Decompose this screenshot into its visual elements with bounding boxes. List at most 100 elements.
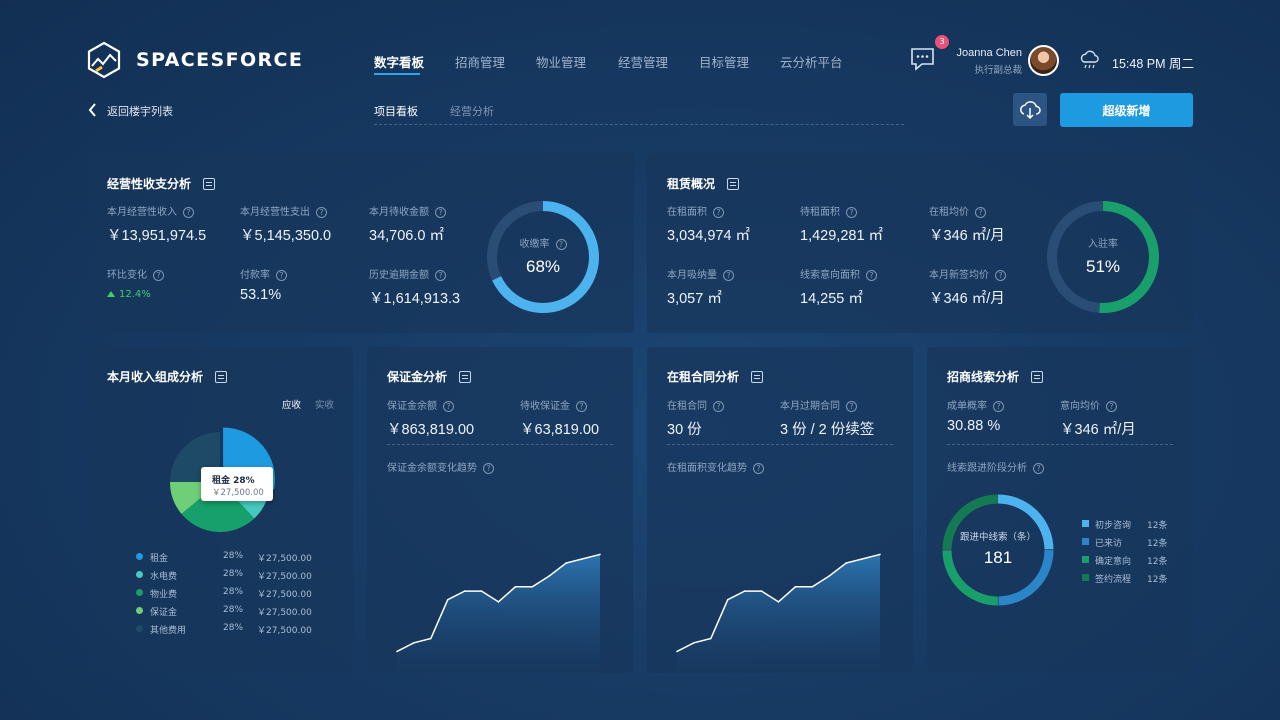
nav-item-property[interactable]: 物业管理	[536, 52, 586, 71]
super-add-button[interactable]: 超级新增	[1060, 93, 1193, 127]
nav-item-dashboard[interactable]: 数字看板	[374, 52, 424, 71]
trend-point[interactable]	[743, 590, 746, 592]
help-icon[interactable]: ?	[576, 400, 587, 412]
stage-count: 12条	[1147, 521, 1168, 531]
trend-point[interactable]	[531, 585, 534, 588]
chat-icon	[911, 48, 934, 71]
nav-item-cloud-analytics[interactable]: 云分析平台	[780, 52, 843, 71]
help-icon[interactable]: ?	[866, 269, 877, 281]
trend-point[interactable]	[811, 585, 814, 588]
help-icon[interactable]: ?	[1106, 400, 1117, 412]
help-icon[interactable]: ?	[846, 400, 857, 412]
pie-tooltip: 租金 28% ￥27,500.00	[201, 467, 273, 501]
trend-point[interactable]	[548, 575, 551, 577]
stage-count: 12条	[1147, 539, 1168, 549]
trend-point[interactable]	[396, 650, 398, 653]
nav-item-operations[interactable]: 经营管理	[618, 52, 668, 71]
help-icon[interactable]: ?	[276, 269, 287, 281]
trend-point[interactable]	[760, 590, 763, 592]
toggle-received[interactable]: 实收	[315, 397, 334, 411]
report-icon[interactable]	[727, 178, 740, 190]
income-legend-row: 其他费用 28% ￥27,500.00	[136, 623, 336, 636]
clock: 15:48 PM 周二	[1112, 57, 1194, 71]
trend-point[interactable]	[794, 585, 797, 588]
trend-point[interactable]	[862, 557, 864, 560]
user-name: Joanna Chen	[956, 47, 1022, 59]
nav-item-leasing[interactable]: 招商管理	[455, 52, 505, 71]
metric-absorption: 本月吸纳量? 3,057 ㎡	[667, 266, 734, 308]
nav-active-underline	[374, 73, 420, 75]
help-icon[interactable]: ?	[993, 400, 1004, 412]
trend-point[interactable]	[463, 590, 466, 592]
brand-logo[interactable]: SPACESFORCE	[86, 41, 302, 79]
help-icon[interactable]: ?	[713, 206, 724, 218]
report-icon[interactable]	[203, 178, 216, 190]
report-icon[interactable]	[215, 371, 228, 383]
spacesforce-logo-icon	[87, 41, 121, 79]
avatar[interactable]	[1028, 45, 1059, 76]
help-icon[interactable]: ?	[975, 206, 986, 218]
help-icon[interactable]: ?	[183, 206, 194, 218]
help-icon[interactable]: ?	[846, 206, 857, 218]
lead-stage-donut: 跟进中线索（条） 181	[940, 492, 1056, 608]
user-role: 执行副总裁	[974, 65, 1022, 76]
trend-point[interactable]	[845, 562, 847, 564]
help-icon[interactable]: ?	[555, 238, 567, 250]
metric-lead-area: 线索意向面积? 14,255 ㎡	[800, 266, 877, 308]
help-icon[interactable]: ?	[435, 269, 446, 281]
stage-legend-row: 初步咨询 12条	[1082, 518, 1182, 531]
trend-point[interactable]	[879, 553, 881, 556]
trend-point[interactable]	[582, 557, 584, 560]
trend-point[interactable]	[480, 590, 483, 592]
stage-legend-row: 已来访 12条	[1082, 536, 1182, 549]
legend-name: 租金	[150, 554, 169, 564]
notification-badge: 3	[935, 35, 949, 49]
metric-close-probability: 成单概率? 30.88 %	[947, 397, 1004, 434]
help-icon[interactable]: ?	[753, 462, 764, 474]
trend-point[interactable]	[599, 553, 601, 556]
nav-item-targets[interactable]: 目标管理	[699, 52, 749, 71]
tab-operations-analysis[interactable]: 经营分析	[450, 103, 494, 119]
legend-dot	[136, 589, 143, 596]
report-icon[interactable]	[751, 371, 764, 383]
trend-point[interactable]	[726, 598, 729, 601]
help-icon[interactable]: ?	[723, 269, 734, 281]
legend-pct: 28%	[223, 605, 244, 615]
report-icon[interactable]	[459, 371, 472, 383]
trend-point[interactable]	[777, 601, 780, 603]
trend-point[interactable]	[693, 642, 695, 644]
metric-mom-change: 环比变化? 12.4%	[107, 266, 164, 300]
help-icon[interactable]: ?	[483, 462, 494, 474]
help-icon[interactable]: ?	[1033, 462, 1044, 474]
trend-point[interactable]	[430, 637, 432, 640]
metric-expiring-contracts: 本月过期合同? 3 份 / 2 份续签	[780, 400, 875, 438]
trend-point[interactable]	[413, 642, 415, 644]
report-icon[interactable]	[1031, 371, 1044, 383]
help-icon[interactable]: ?	[153, 269, 164, 281]
metric-monthly-expense: 本月经营性支出? ￥5,145,350.0	[240, 206, 332, 244]
trend-point[interactable]	[565, 562, 567, 564]
trend-point[interactable]	[497, 601, 500, 603]
upload-button[interactable]	[1013, 93, 1047, 126]
stage-count: 12条	[1147, 575, 1168, 585]
trend-point[interactable]	[446, 598, 449, 601]
help-icon[interactable]: ?	[443, 400, 454, 412]
legend-pct: 28%	[223, 551, 244, 561]
help-icon[interactable]: ?	[713, 400, 724, 412]
stage-name: 已来访	[1095, 539, 1123, 549]
deposit-panel: 保证金分析 保证金余额? ￥863,819.00 待收保证金? ￥63,819.…	[367, 347, 633, 673]
trend-point[interactable]	[828, 575, 831, 577]
toggle-receivable[interactable]: 应收	[282, 397, 301, 411]
leased-area-trend-chart	[667, 477, 893, 673]
trend-point[interactable]	[514, 585, 517, 588]
deposit-panel-title: 保证金分析	[387, 368, 472, 385]
messages-button[interactable]: 3	[910, 35, 949, 72]
help-icon[interactable]: ?	[995, 269, 1006, 281]
trend-point[interactable]	[676, 650, 678, 653]
help-icon[interactable]: ?	[316, 206, 327, 218]
metric-payment-rate: 付款率? 53.1%	[240, 266, 287, 303]
trend-point[interactable]	[710, 637, 712, 640]
stage-name: 确定意向	[1095, 557, 1132, 567]
tab-project-board[interactable]: 项目看板	[374, 103, 418, 119]
help-icon[interactable]: ?	[435, 206, 446, 218]
